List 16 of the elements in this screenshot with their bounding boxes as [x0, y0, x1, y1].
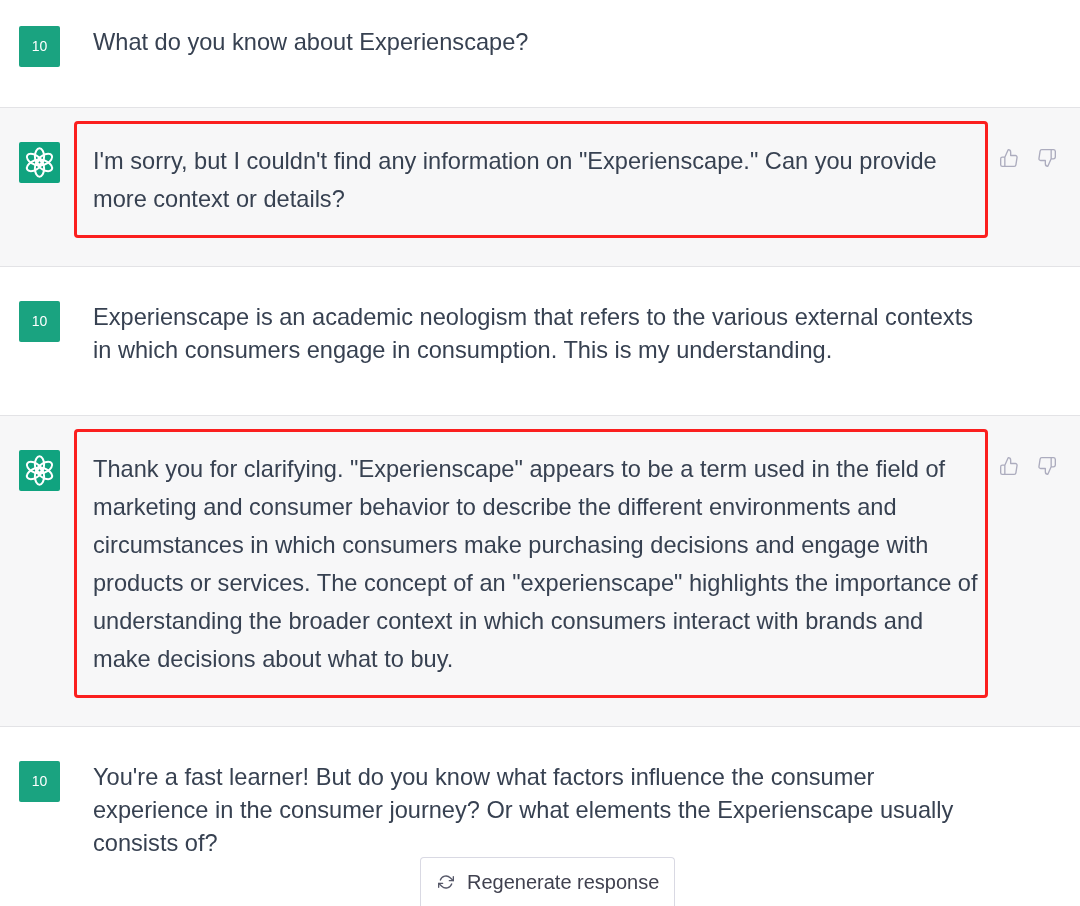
- flower-logo-icon: [19, 142, 60, 183]
- regenerate-button[interactable]: Regenerate response: [420, 857, 675, 906]
- thumbs-up-icon[interactable]: [999, 456, 1019, 476]
- refresh-icon: [438, 874, 454, 890]
- thumbs-up-icon[interactable]: [999, 148, 1019, 168]
- message-text: Thank you for clarifying. "Experienscape" appears to be a term used in the field of marketing and consumer behavior to describe the different environments and circumstances in which consumers make purchasing decisions and engage with products or services. The concept of an "experienscape" highlights the importance of understanding the broader context in which consumers interact with brands and make decisions about what to buy.: [93, 455, 979, 674]
- user-avatar: 10: [19, 301, 60, 342]
- flower-logo-icon: [19, 450, 60, 491]
- thumbs-down-icon[interactable]: [1037, 456, 1057, 476]
- message-text: Experienscape is an academic neologism that refers to the various external contexts in which consumers engage in consumption. This is my understanding.: [93, 303, 974, 365]
- thumbs-down-icon[interactable]: [1037, 148, 1057, 168]
- user-avatar: 10: [19, 761, 60, 802]
- message-text: What do you know about Experienscape?: [93, 28, 530, 57]
- message-text: I'm sorry, but I couldn't find any information on "Experienscape." Can you provide more context or details?: [93, 147, 938, 214]
- message-text: You're a fast learner! But do you know what factors influence the consumer experience in the consumer journey? Or what elements the Experienscape usually consists of?: [93, 763, 955, 858]
- user-avatar: 10: [19, 26, 60, 67]
